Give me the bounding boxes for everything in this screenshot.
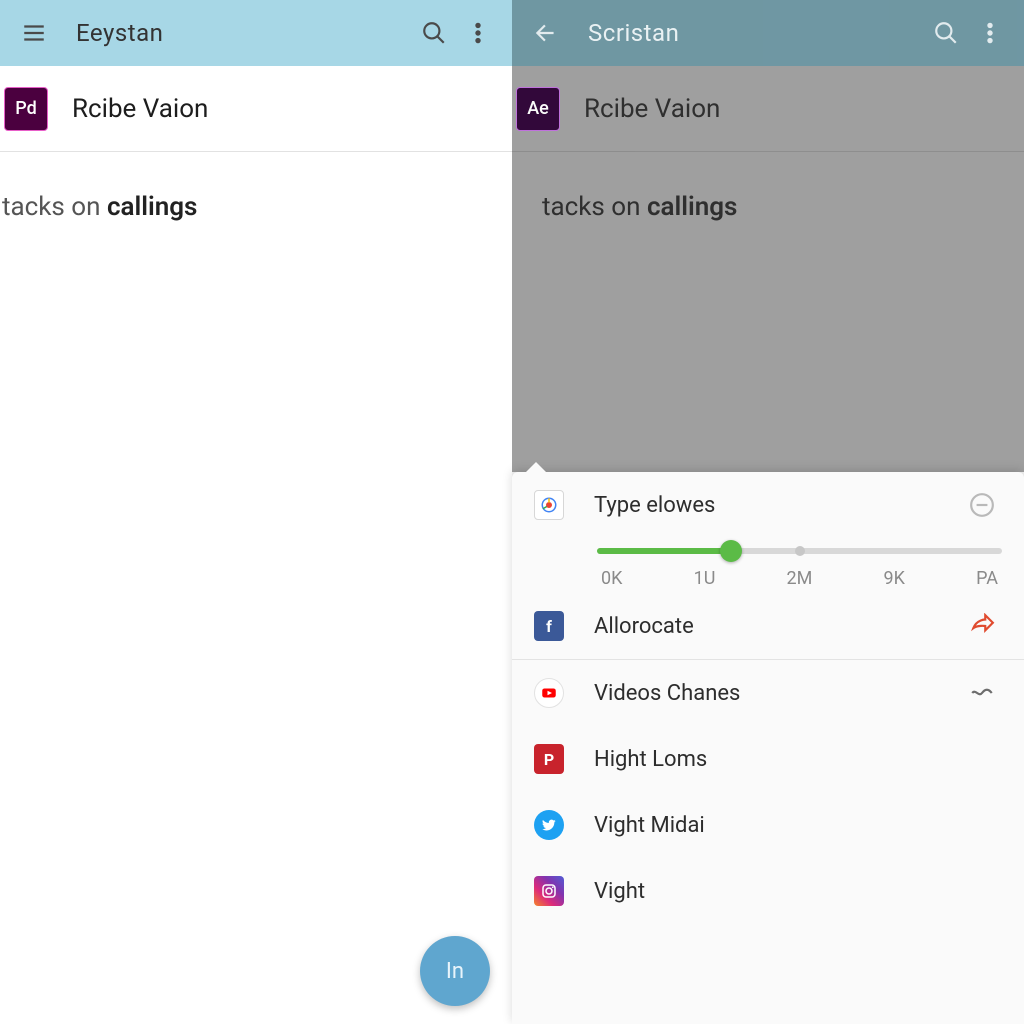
sheet-row-allocate[interactable]: f Allorocate	[512, 593, 1024, 659]
fab-label: In	[446, 959, 464, 984]
facebook-icon: f	[534, 611, 564, 641]
body-plain: tacks on	[542, 192, 647, 222]
youtube-icon	[534, 678, 564, 708]
slider[interactable]: 0K 1U 2M 9K PA	[512, 538, 1024, 593]
row-label: Videos Chanes	[564, 681, 962, 706]
body-bold: callings	[107, 192, 197, 222]
pane-right: Scristan Ae Rcibe Vaion tacks on calling…	[512, 0, 1024, 1024]
search-icon[interactable]	[412, 11, 456, 55]
sheet-row-videos[interactable]: Videos Chanes	[512, 660, 1024, 726]
slider-fill	[597, 548, 731, 554]
sheet-row-vightm[interactable]: Vight Midai	[512, 792, 1024, 858]
fab-button[interactable]: In	[420, 936, 490, 1006]
appbar: Scristan	[512, 0, 1024, 66]
search-icon[interactable]	[924, 11, 968, 55]
pane-left: Eeystan Pd Rcibe Vaion tacks on callings…	[0, 0, 512, 1024]
chrome-icon	[534, 490, 564, 520]
share-arrow-icon[interactable]	[962, 613, 1002, 639]
row-label: Allorocate	[564, 614, 962, 639]
slider-ticks: 0K 1U 2M 9K PA	[597, 568, 1002, 589]
minus-circle-icon[interactable]	[962, 492, 1002, 518]
slider-track[interactable]	[597, 548, 1002, 554]
slider-thumb[interactable]	[720, 540, 742, 562]
type-label: Type elowes	[564, 493, 962, 518]
sheet-row-hight[interactable]: P Hight Loms	[512, 726, 1024, 792]
tick: PA	[976, 568, 998, 589]
wave-icon	[962, 680, 1002, 706]
app-name: Rcibe Vaion	[584, 94, 720, 124]
more-vert-icon[interactable]	[968, 11, 1012, 55]
app-title: Scristan	[568, 19, 924, 47]
tick: 0K	[601, 568, 622, 589]
body-bold: callings	[647, 192, 737, 222]
app-icon-ae: Ae	[516, 87, 560, 131]
dim-backdrop: Scristan Ae Rcibe Vaion tacks on calling…	[512, 0, 1024, 472]
app-icon-pd: Pd	[4, 87, 48, 131]
instagram-icon	[534, 876, 564, 906]
bottom-sheet: Type elowes 0K 1U 2M 9K PA f Allorocate	[512, 472, 1024, 1024]
sheet-row-vight[interactable]: Vight	[512, 858, 1024, 924]
tick: 1U	[694, 568, 716, 589]
hamburger-icon[interactable]	[12, 11, 56, 55]
appbar: Eeystan	[0, 0, 512, 66]
body-text: tacks on callings	[512, 152, 1024, 222]
header-row: Pd Rcibe Vaion	[0, 66, 512, 152]
app-title: Eeystan	[56, 19, 412, 47]
slider-secondary-dot	[795, 546, 805, 556]
header-row: Ae Rcibe Vaion	[512, 66, 1024, 152]
back-arrow-icon[interactable]	[524, 11, 568, 55]
row-label: Vight	[564, 879, 1002, 904]
app-name: Rcibe Vaion	[72, 94, 208, 124]
body-text: tacks on callings	[0, 152, 512, 222]
sheet-notch	[526, 462, 546, 472]
row-label: Vight Midai	[564, 813, 1002, 838]
tick: 9K	[884, 568, 905, 589]
body-plain: tacks on	[2, 192, 107, 222]
twitter-icon	[534, 810, 564, 840]
more-vert-icon[interactable]	[456, 11, 500, 55]
sheet-row-type[interactable]: Type elowes	[512, 472, 1024, 538]
tick: 2M	[787, 568, 813, 589]
pinterest-icon: P	[534, 744, 564, 774]
row-label: Hight Loms	[564, 747, 1002, 772]
